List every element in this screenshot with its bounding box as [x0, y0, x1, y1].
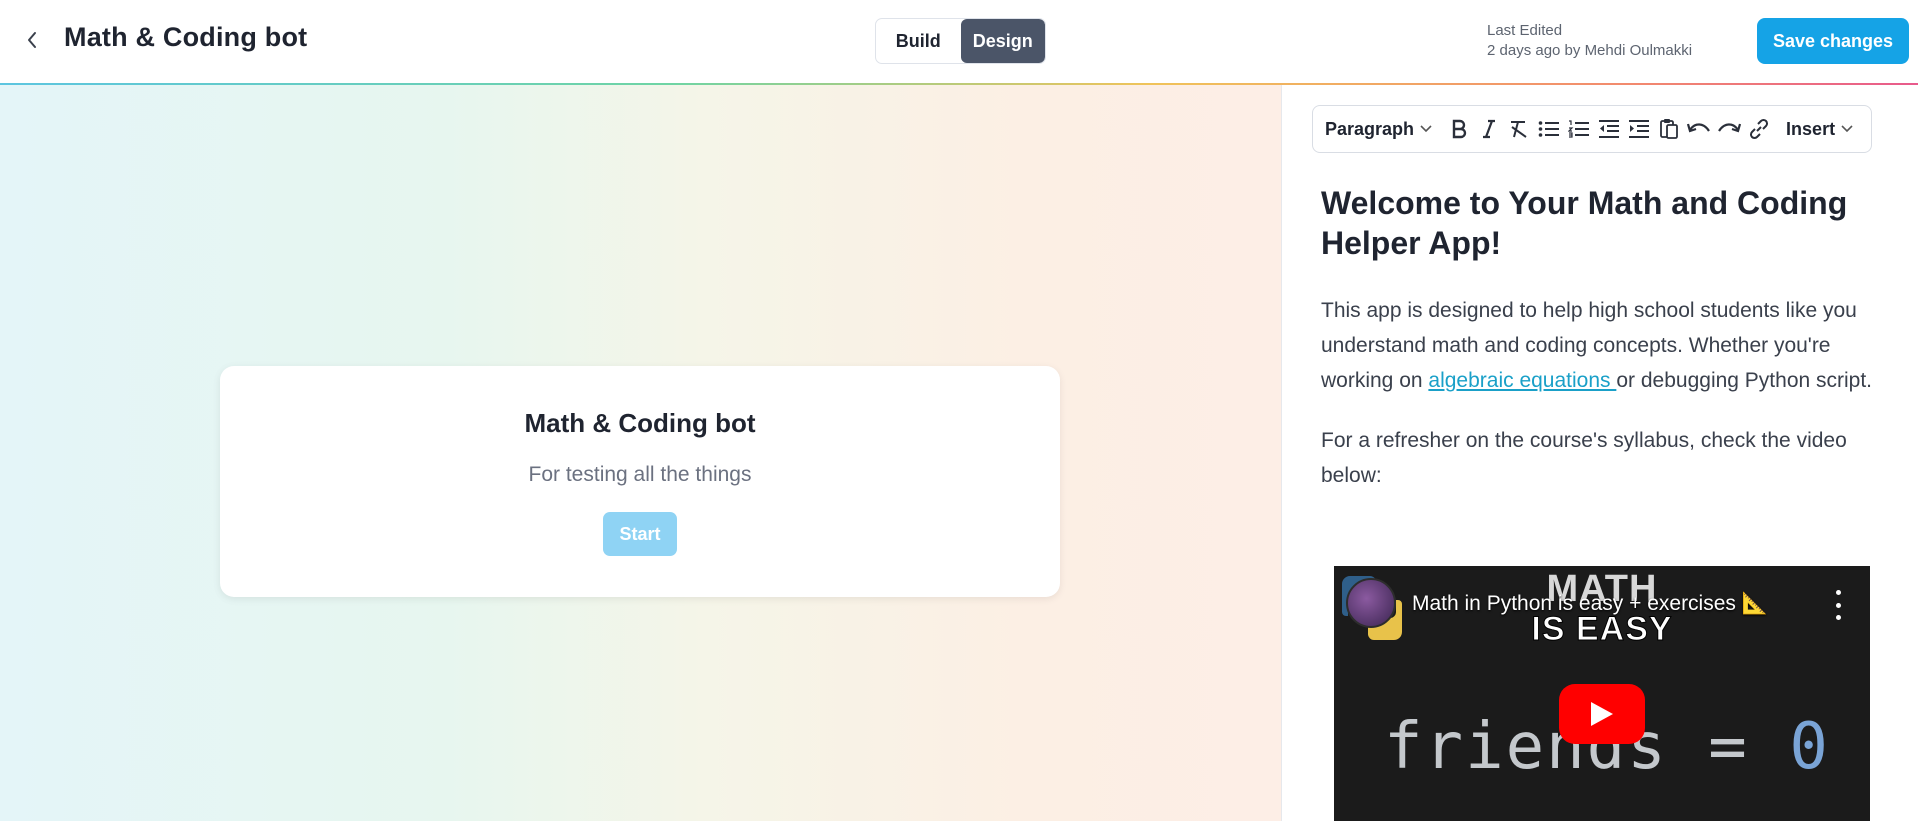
bot-preview-card: Math & Coding bot For testing all the th… — [220, 366, 1060, 597]
paragraph-text-end: or debugging Python script. — [1616, 369, 1873, 392]
channel-avatar[interactable] — [1346, 578, 1396, 628]
more-dot-icon — [1835, 602, 1841, 608]
more-dot-icon — [1835, 615, 1841, 620]
clear-format-icon — [1511, 121, 1527, 138]
editor-content[interactable]: Welcome to Your Math and Coding Helper A… — [1321, 183, 1891, 493]
outdent-icon — [1599, 120, 1620, 138]
outdent-button[interactable] — [1594, 113, 1624, 145]
bold-icon — [1452, 119, 1467, 139]
italic-icon — [1483, 119, 1496, 139]
play-button[interactable] — [1559, 684, 1645, 744]
page-title: Math & Coding bot — [64, 22, 308, 52]
redo-button[interactable] — [1714, 113, 1744, 145]
insert-menu[interactable]: Insert — [1782, 111, 1857, 147]
mode-toggle: Build Design — [875, 18, 1046, 64]
clear-format-button[interactable] — [1504, 113, 1534, 145]
last-edited-info: Last Edited 2 days ago by Mehdi Oulmakki — [1487, 21, 1692, 61]
card-title: Math & Coding bot — [524, 408, 756, 438]
indent-icon — [1629, 120, 1650, 138]
video-more-options[interactable] — [1830, 590, 1846, 620]
block-format-label: Paragraph — [1325, 118, 1415, 139]
undo-button[interactable] — [1684, 113, 1714, 145]
bold-button[interactable] — [1444, 113, 1474, 145]
start-button[interactable]: Start — [603, 512, 677, 556]
play-icon — [1591, 702, 1613, 726]
design-tab[interactable]: Design — [960, 19, 1045, 63]
chevron-left-icon — [28, 32, 36, 48]
undo-icon — [1687, 123, 1710, 133]
insert-label: Insert — [1786, 118, 1836, 139]
content-paragraph: This app is designed to help high school… — [1321, 293, 1891, 398]
content-heading: Welcome to Your Math and Coding Helper A… — [1321, 185, 1848, 261]
last-edited-value: 2 days ago by Mehdi Oulmakki — [1487, 42, 1693, 59]
more-dot-icon — [1835, 590, 1841, 595]
content-paragraph-2: For a refresher on the course's syllabus… — [1321, 429, 1847, 487]
block-format-select[interactable]: Paragraph — [1321, 111, 1436, 147]
numbered-list-icon — [1568, 120, 1590, 138]
bullet-list-icon — [1538, 121, 1560, 137]
paste-icon — [1660, 119, 1678, 139]
paste-button[interactable] — [1654, 113, 1684, 145]
italic-button[interactable] — [1474, 113, 1504, 145]
chevron-down-icon — [1841, 125, 1853, 133]
algebraic-equations-link[interactable]: algebraic equations — [1428, 369, 1616, 392]
editor-toolbar: Paragraph Insert — [1312, 105, 1872, 153]
indent-button[interactable] — [1624, 113, 1654, 145]
video-title[interactable]: Math in Python is easy + exercises 📐 — [1412, 592, 1768, 616]
link-icon — [1750, 118, 1769, 140]
code-number: 0 — [1789, 710, 1830, 784]
chevron-down-icon — [1420, 125, 1432, 133]
numbered-list-button[interactable] — [1564, 113, 1594, 145]
card-subtitle: For testing all the things — [528, 463, 752, 486]
build-tab[interactable]: Build — [876, 19, 961, 63]
back-button[interactable] — [20, 28, 44, 52]
redo-icon — [1718, 123, 1742, 133]
app-header: Math & Coding bot Build Design Last Edit… — [0, 0, 1918, 83]
editor-panel: Paragraph Insert Welcome to Your Math an… — [1282, 85, 1918, 821]
link-button[interactable] — [1744, 113, 1774, 145]
bullet-list-button[interactable] — [1534, 113, 1564, 145]
last-edited-label: Last Edited — [1487, 22, 1563, 39]
embedded-video[interactable]: MATH IS EASY friends = 0 Math in Python … — [1334, 566, 1870, 821]
save-changes-button[interactable]: Save changes — [1757, 18, 1909, 64]
preview-canvas: Math & Coding bot For testing all the th… — [0, 85, 1281, 821]
